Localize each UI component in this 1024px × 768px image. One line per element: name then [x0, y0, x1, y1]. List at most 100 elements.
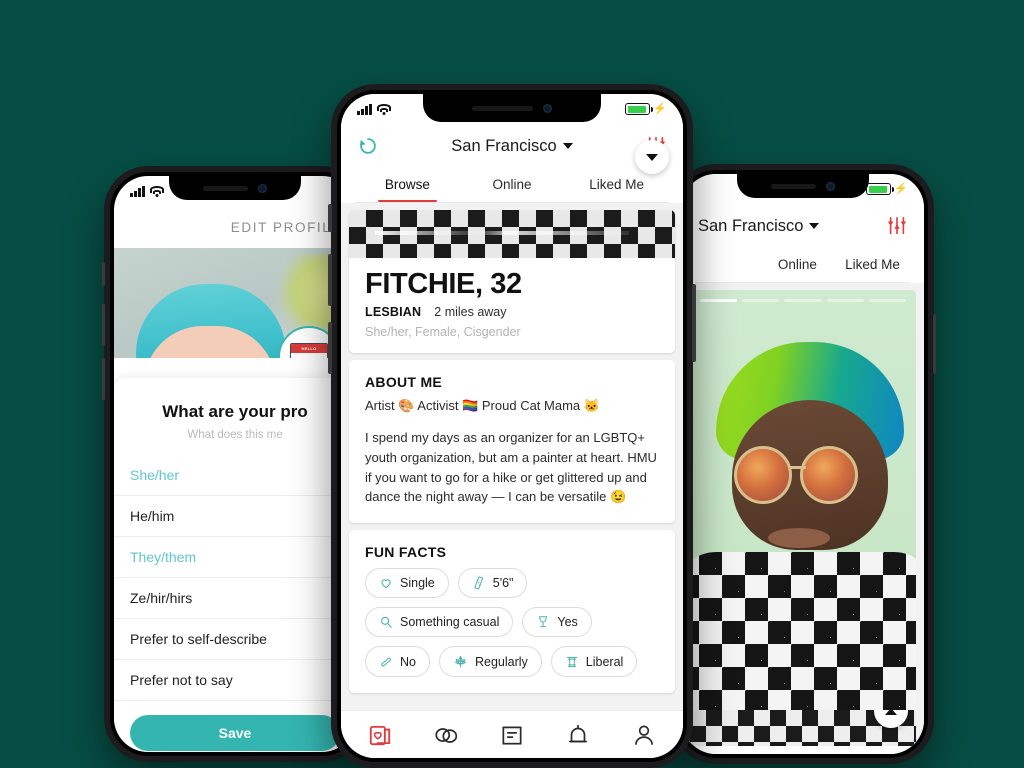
portrait	[716, 342, 904, 554]
chip-label: Something casual	[400, 615, 500, 629]
pronoun-option-prefer-not-to-say[interactable]: Prefer not to say	[114, 660, 356, 701]
pronoun-sheet: What are your pro What does this me She/…	[114, 378, 356, 751]
cards-heart-icon[interactable]	[367, 722, 393, 748]
tab-online[interactable]: Online	[760, 248, 835, 282]
rewind-refresh-icon[interactable]	[357, 135, 379, 157]
fun-facts-section: FUN FACTS Single 5'6" Something casual Y…	[349, 530, 675, 693]
pronoun-option-self-describe[interactable]: Prefer to self-describe	[114, 619, 356, 660]
tab-browse[interactable]: Browse	[355, 168, 460, 202]
right-phone-screen: ⚡ San Francisco Online Liked Me	[682, 174, 924, 754]
right-header-row: San Francisco	[696, 204, 910, 248]
progress-segment[interactable]	[826, 299, 864, 302]
checkered-shirt	[690, 552, 916, 710]
about-me-tagline: Artist 🎨 Activist 🏳️‍🌈 Proud Cat Mama 🐱	[365, 398, 600, 413]
photo-progress	[700, 299, 907, 302]
pronoun-option-he-him[interactable]: He/him	[114, 496, 356, 537]
edit-profile-screen: EDIT PROFILE HELLO What are your pro Wha…	[114, 176, 356, 752]
volume-down-button[interactable]	[328, 322, 332, 374]
profile-orientation: LESBIAN	[365, 305, 422, 319]
pronoun-option-they-them[interactable]: They/them	[114, 537, 356, 578]
bottom-tab-bar	[341, 710, 683, 758]
chevron-down-icon	[809, 223, 820, 229]
wifi-icon	[376, 103, 391, 115]
chip-smoking[interactable]: No	[365, 646, 430, 677]
mute-switch[interactable]	[328, 204, 332, 232]
chip-drinking[interactable]: Yes	[522, 607, 592, 637]
status-bar	[114, 176, 356, 206]
fun-facts-chips: Single 5'6" Something casual Yes No Regu…	[365, 568, 659, 677]
profile-photo[interactable]	[690, 290, 916, 710]
pronoun-list: She/her He/him They/them Ze/hir/hirs Pre…	[114, 455, 356, 701]
center-tabs: Browse Online Liked Me	[355, 168, 669, 203]
right-phone-bezel: ⚡ San Francisco Online Liked Me	[678, 170, 928, 758]
status-bar: ⚡	[341, 94, 683, 124]
about-me-section: ABOUT ME Artist 🎨 Activist 🏳️‍🌈 Proud Ca…	[349, 360, 675, 523]
page-title: EDIT PROFILE	[230, 219, 342, 235]
location-label: San Francisco	[698, 216, 804, 235]
chip-label: 5'6"	[492, 576, 514, 590]
progress-segment[interactable]	[868, 299, 907, 302]
collapse-profile-button[interactable]	[874, 710, 908, 728]
power-button[interactable]	[933, 314, 936, 374]
chip-label: No	[400, 654, 416, 669]
progress-segment[interactable]	[742, 299, 780, 302]
chip-looking-for[interactable]: Something casual	[365, 607, 514, 637]
chat-bubbles-icon[interactable]	[433, 722, 459, 748]
chip-height[interactable]: 5'6"	[457, 568, 528, 598]
filter-sliders-icon[interactable]	[886, 216, 908, 236]
profile-distance: 2 miles away	[434, 305, 507, 319]
progress-segment[interactable]	[700, 299, 738, 302]
chip-cannabis[interactable]: Regularly	[438, 646, 542, 677]
volume-up-button[interactable]	[328, 254, 332, 306]
chevron-up-icon	[885, 710, 897, 715]
badge-text: HELLO	[301, 346, 317, 351]
sunglasses-left-lens-icon	[734, 446, 792, 504]
pronoun-option-ze-hir[interactable]: Ze/hir/hirs	[114, 578, 356, 619]
battery-charging-icon	[625, 103, 654, 115]
right-tabs: Online Liked Me	[696, 248, 910, 283]
question-subtitle[interactable]: What does this me	[114, 429, 356, 441]
status-left	[130, 185, 164, 197]
person-icon[interactable]	[631, 722, 657, 748]
sunglasses-bridge	[790, 466, 806, 469]
list-icon[interactable]	[499, 722, 525, 748]
chip-politics[interactable]: Liberal	[550, 646, 638, 677]
status-right: ⚡	[625, 103, 667, 115]
lips-shape	[768, 528, 830, 548]
about-me-card: ABOUT ME Artist 🎨 Activist 🏳️‍🌈 Proud Ca…	[349, 360, 675, 523]
chip-label: Yes	[557, 615, 578, 629]
mute-switch[interactable]	[102, 262, 105, 286]
center-phone: ⚡ San Francisco Browse Online Liked Me F…	[328, 84, 696, 768]
right-feed: IE, 32 miles away	[682, 283, 924, 754]
fun-facts-title: FUN FACTS	[365, 544, 447, 560]
about-me-bio: I spend my days as an organizer for an L…	[365, 430, 657, 505]
volume-down-button[interactable]	[102, 358, 105, 400]
save-button[interactable]: Save	[130, 715, 340, 751]
profile-name-block: FITCHIE, 32 LESBIAN 2 miles away She/her…	[349, 258, 675, 353]
profile-photo[interactable]: HELLO	[114, 248, 356, 358]
tab-liked-me[interactable]: Liked Me	[835, 248, 910, 282]
chip-label: Single	[400, 576, 435, 590]
charging-bolt-icon: ⚡	[653, 102, 667, 115]
fun-facts-card: FUN FACTS Single 5'6" Something casual Y…	[349, 530, 675, 693]
chip-relationship-status[interactable]: Single	[365, 568, 449, 598]
status-right: ⚡	[866, 183, 908, 195]
pronoun-option-she-her[interactable]: She/her	[114, 455, 356, 496]
location-selector[interactable]: San Francisco	[698, 216, 820, 236]
cannabis-leaf-icon	[455, 656, 466, 668]
column-icon	[566, 656, 577, 667]
left-phone-bezel: EDIT PROFILE HELLO What are your pro Wha…	[110, 172, 360, 756]
profile-name: FITCHIE, 32	[365, 268, 522, 300]
volume-up-button[interactable]	[102, 304, 105, 346]
progress-segment[interactable]	[784, 299, 822, 302]
battery-charging-icon	[866, 183, 895, 195]
tab-online[interactable]: Online	[460, 168, 565, 202]
profile-photo-strip[interactable]	[349, 210, 675, 258]
status-left	[357, 103, 391, 115]
hello-name-badge-icon: HELLO	[290, 343, 328, 358]
location-selector[interactable]: San Francisco	[451, 137, 573, 156]
question-title: What are your pro	[162, 402, 308, 421]
power-button[interactable]	[692, 284, 696, 362]
profile-card: FITCHIE, 32 LESBIAN 2 miles away She/her…	[349, 140, 675, 353]
bell-icon[interactable]	[565, 722, 591, 748]
